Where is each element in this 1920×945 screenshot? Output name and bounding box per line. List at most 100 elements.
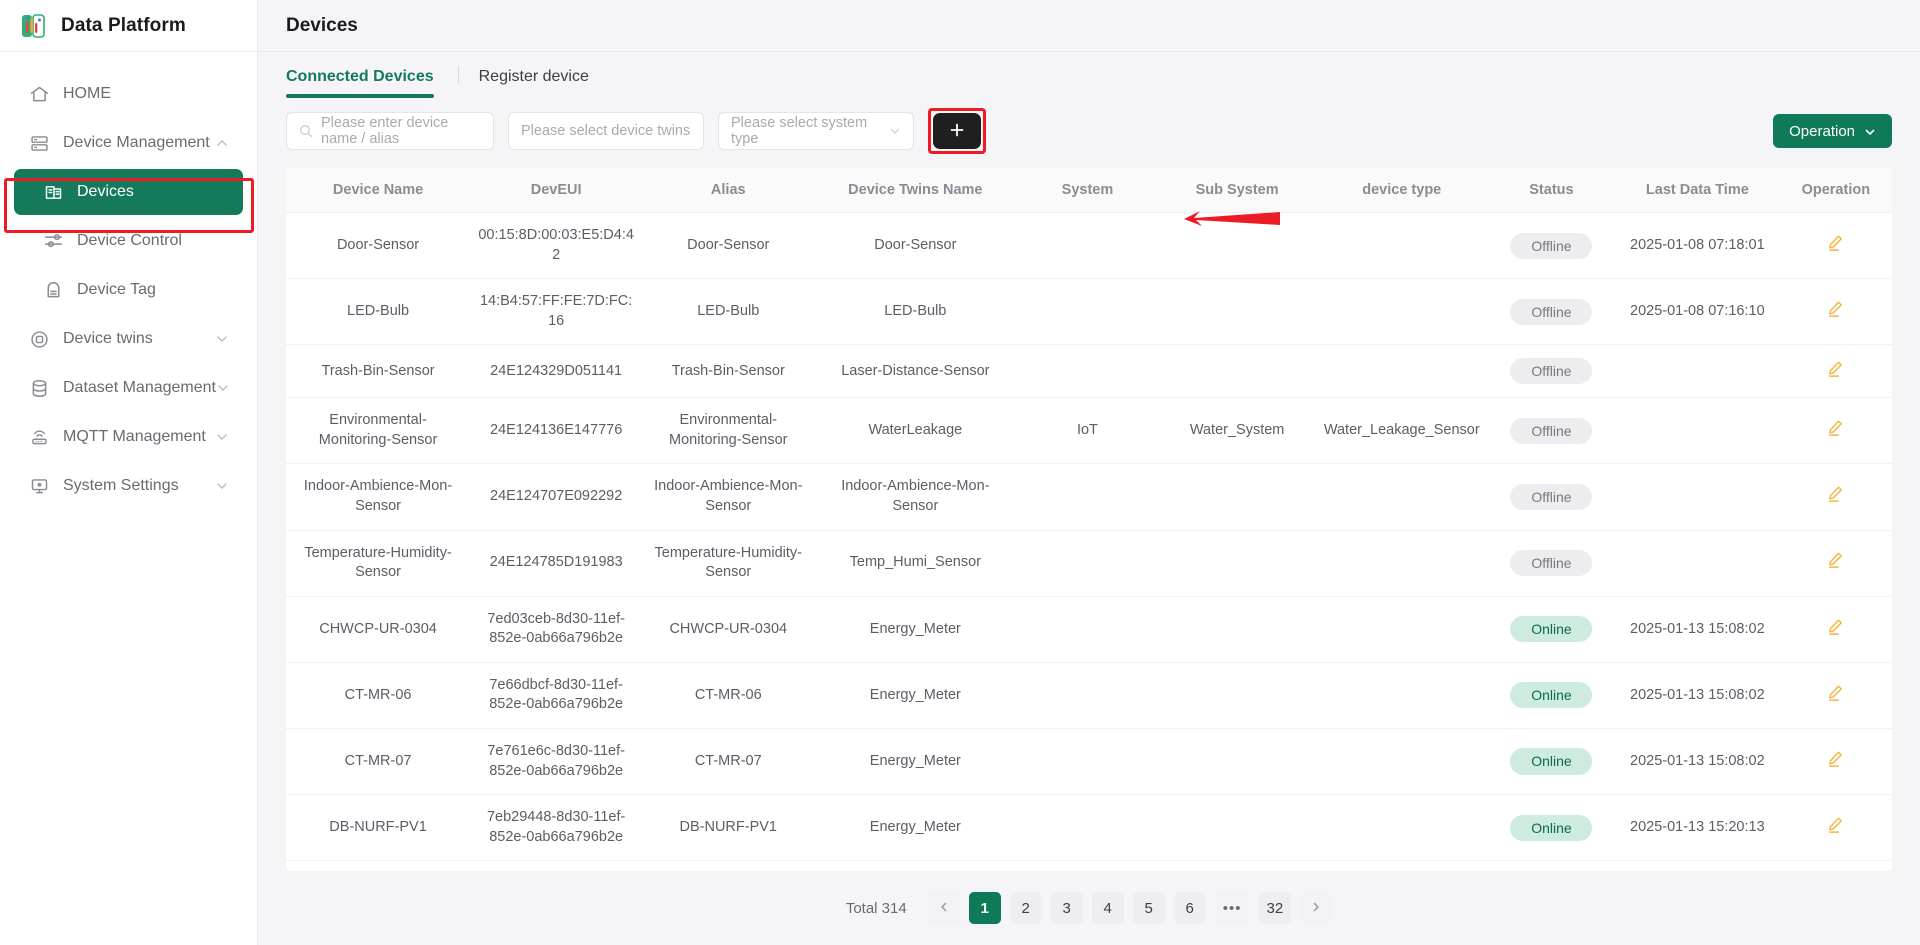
pagination-next-button[interactable] [1300, 892, 1333, 924]
edit-icon[interactable] [1826, 359, 1845, 378]
edit-icon[interactable] [1826, 749, 1845, 768]
column-header-status: Status [1487, 168, 1616, 213]
cell-device-type [1315, 278, 1488, 346]
device-twins-select[interactable]: Please select device twins [508, 112, 704, 150]
cell-deveui: 14:B4:57:FF:FE:7D:FC:16 [470, 278, 643, 346]
cell-status: Online [1487, 596, 1616, 663]
status-badge: Offline [1510, 358, 1593, 385]
cell-sub-system [1158, 463, 1316, 531]
cell-deveui: 7e66dbcf-8d30-11ef-852e-0ab66a796b2e [470, 662, 643, 729]
edit-icon[interactable] [1826, 233, 1845, 252]
cell-device-name: CT-MR-06 [286, 662, 471, 729]
sidebar-item-mqtt-management[interactable]: MQTT Management [14, 414, 243, 460]
page-title: Devices [286, 14, 358, 36]
cell-deveui: 24E124785D191983 [470, 530, 643, 597]
pagination-pages: 1 2 3 4 5 6 ••• 32 [968, 892, 1292, 924]
cell-status: Offline [1487, 397, 1616, 465]
sidebar-item-dataset-management[interactable]: Dataset Management [14, 365, 243, 411]
sidebar-item-label: Device Control [77, 232, 182, 249]
cell-sub-system [1158, 596, 1316, 663]
edit-icon[interactable] [1826, 484, 1845, 503]
cell-device-type [1315, 728, 1488, 796]
pagination-page-button[interactable]: 2 [1009, 892, 1042, 924]
table-row: Temperature-Humidity-Sensor 24E124785D191… [286, 530, 1892, 597]
sidebar-item-home[interactable]: HOME [14, 71, 243, 117]
sidebar-item-label: Dataset Management [63, 379, 216, 396]
cell-operation [1779, 728, 1892, 796]
sidebar-item-devices[interactable]: Devices [14, 169, 243, 215]
cell-sub-system [1158, 794, 1316, 862]
sidebar-item-device-tag[interactable]: Device Tag [14, 267, 243, 313]
column-header-operation: Operation [1779, 168, 1892, 213]
table-header: Device Name DevEUI Alias Device Twins Na… [286, 168, 1892, 213]
operation-button[interactable]: Operation [1773, 114, 1892, 148]
cell-system [1016, 662, 1159, 729]
edit-icon[interactable] [1826, 683, 1845, 702]
cell-device-type [1315, 662, 1488, 729]
cell-operation [1779, 596, 1892, 663]
cell-device-name: CHWCP-UR-0304 [286, 596, 471, 663]
edit-icon[interactable] [1826, 418, 1845, 437]
status-badge: Offline [1510, 298, 1593, 325]
table-row: CT-MR-06 7e66dbcf-8d30-11ef-852e-0ab66a79… [286, 662, 1892, 729]
pagination-page-button[interactable]: 32 [1258, 892, 1292, 924]
pagination-ellipsis[interactable]: ••• [1214, 892, 1250, 924]
cell-operation [1779, 530, 1892, 597]
cell-operation [1779, 662, 1892, 729]
system-type-select[interactable]: Please select system type [718, 112, 914, 150]
cell-last-data-time: 2025-01-13 15:20:13 [1615, 794, 1780, 862]
sidebar-item-device-twins[interactable]: Device twins [14, 316, 243, 362]
pagination-page-button[interactable]: 4 [1091, 892, 1124, 924]
cell-system: IoT [1016, 397, 1159, 465]
tab-connected-devices[interactable]: Connected Devices [286, 68, 438, 98]
cell-device-type [1315, 463, 1488, 531]
add-device-button[interactable] [933, 113, 981, 149]
cell-deveui: 24E124329D051141 [470, 344, 643, 399]
pagination-page-button[interactable]: 3 [1050, 892, 1083, 924]
sidebar-item-device-management[interactable]: Device Management [14, 120, 243, 166]
sidebar-item-system-settings[interactable]: System Settings [14, 463, 243, 509]
table-row: Indoor-Ambience-Mon-Sensor 24E124707E0922… [286, 463, 1892, 531]
chevron-down-icon [215, 479, 229, 493]
column-header-last-data-time: Last Data Time [1615, 168, 1780, 213]
sidebar-item-label: Device twins [63, 330, 153, 347]
tab-register-device[interactable]: Register device [479, 68, 593, 98]
cell-status: Offline [1487, 344, 1616, 399]
cell-last-data-time: 2025-01-13 15:08:02 [1615, 728, 1780, 796]
cell-device-name: DB-NURF-PV1 [286, 794, 471, 862]
sidebar-item-device-control[interactable]: Device Control [14, 218, 243, 264]
table-row: CHWCP-UR-0304 7ed03ceb-8d30-11ef-852e-0ab… [286, 596, 1892, 663]
cell-status: Offline [1487, 530, 1616, 597]
cell-last-data-time: 2025-01-08 07:18:01 [1615, 212, 1780, 280]
cell-device-twins-name: WaterLeakage [814, 397, 1017, 465]
column-header-deveui: DevEUI [470, 168, 643, 213]
cell-system [1016, 463, 1159, 531]
search-input[interactable]: Please enter device name / alias [286, 112, 494, 150]
chevron-down-icon [1864, 125, 1876, 137]
cell-operation [1779, 794, 1892, 862]
pagination-page-button[interactable]: 1 [968, 892, 1001, 924]
cell-system [1016, 212, 1159, 280]
status-badge: Online [1510, 748, 1593, 775]
chevron-left-icon [938, 900, 950, 917]
cell-last-data-time: 2025-01-13 15:08:02 [1615, 662, 1780, 729]
cell-alias: CT-MR-06 [642, 662, 815, 729]
status-badge: Online [1510, 616, 1593, 643]
status-badge: Offline [1510, 417, 1593, 444]
devices-table: Device Name DevEUI Alias Device Twins Na… [286, 168, 1892, 862]
cell-sub-system [1158, 278, 1316, 346]
cell-alias: Environmental-Monitoring-Sensor [642, 397, 815, 465]
edit-icon[interactable] [1826, 299, 1845, 318]
pagination-prev-button[interactable] [927, 892, 960, 924]
edit-icon[interactable] [1826, 617, 1845, 636]
cell-device-twins-name: Energy_Meter [814, 794, 1017, 862]
chevron-down-icon [216, 381, 230, 395]
column-header-device-name: Device Name [286, 168, 471, 213]
pagination-page-button[interactable]: 6 [1173, 892, 1206, 924]
edit-icon[interactable] [1826, 815, 1845, 834]
table-row: DB-NURF-PV1 7eb29448-8d30-11ef-852e-0ab66… [286, 794, 1892, 862]
cell-alias: CT-MR-07 [642, 728, 815, 796]
edit-icon[interactable] [1826, 550, 1845, 569]
cell-status: Online [1487, 794, 1616, 862]
pagination-page-button[interactable]: 5 [1132, 892, 1165, 924]
